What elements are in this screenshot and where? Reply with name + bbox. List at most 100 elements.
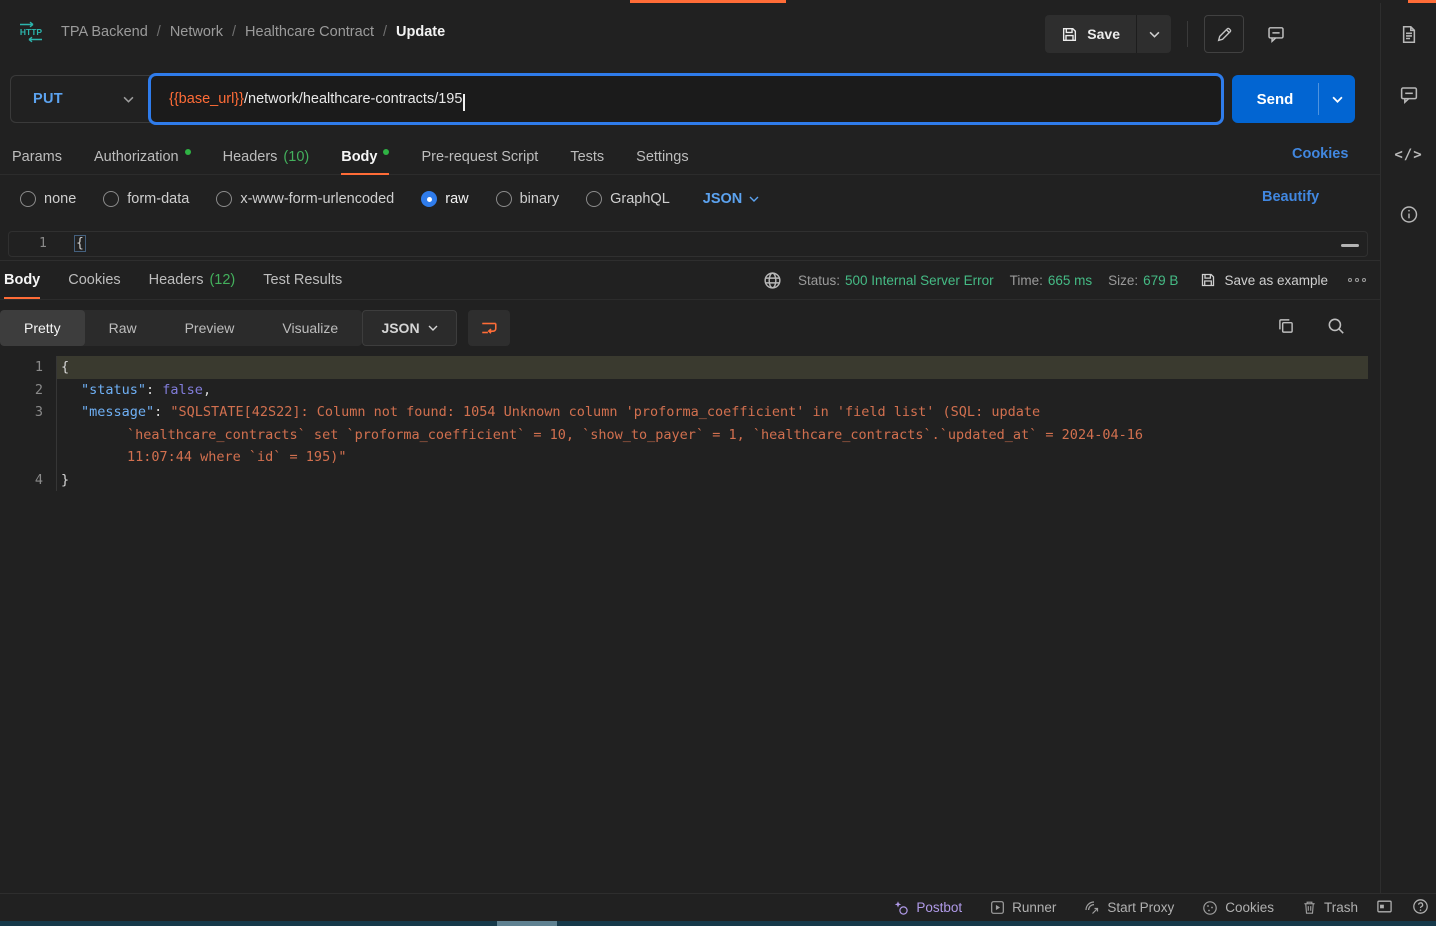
- response-tab-body[interactable]: Body: [4, 261, 40, 299]
- url-variable: {{base_url}}: [169, 91, 244, 107]
- documentation-icon[interactable]: [1399, 25, 1418, 44]
- horizontal-scrollbar-thumb[interactable]: [497, 921, 557, 926]
- comment-icon: [1267, 25, 1285, 43]
- more-options-icon[interactable]: [1348, 278, 1366, 282]
- chevron-down-icon: [123, 96, 134, 103]
- time-value: 665 ms: [1048, 273, 1092, 288]
- cookies-button[interactable]: Cookies: [1202, 900, 1274, 916]
- tab-headers[interactable]: Headers(10): [223, 139, 310, 174]
- save-options-button[interactable]: [1137, 15, 1171, 53]
- view-label: Raw: [109, 320, 137, 336]
- send-button[interactable]: Send: [1232, 75, 1318, 123]
- response-toolbar: Pretty Raw Preview Visualize JSON: [0, 308, 1380, 348]
- mode-label: raw: [445, 191, 468, 207]
- editor-scrollbar-thumb[interactable]: [1341, 244, 1359, 247]
- raw-language-select[interactable]: JSON: [703, 191, 760, 207]
- horizontal-scrollbar[interactable]: [0, 921, 1436, 926]
- view-tab-visualize[interactable]: Visualize: [258, 310, 362, 346]
- method-select[interactable]: PUT: [10, 75, 150, 123]
- body-mode-graphql[interactable]: GraphQL: [586, 191, 670, 207]
- modified-dot: [185, 149, 191, 155]
- line-number: 2: [0, 379, 57, 402]
- radio-icon: [216, 191, 232, 207]
- toggle-panel-icon[interactable]: [1376, 898, 1393, 915]
- comments-panel-icon[interactable]: [1399, 85, 1418, 104]
- status-pair[interactable]: Status: 500 Internal Server Error: [798, 273, 994, 288]
- breadcrumb-folder[interactable]: Network: [170, 24, 223, 40]
- search-response-button[interactable]: [1326, 316, 1346, 336]
- save-button[interactable]: Save: [1045, 15, 1136, 53]
- response-language-select[interactable]: JSON: [362, 310, 457, 346]
- request-body-editor[interactable]: 1 {: [8, 231, 1368, 257]
- tab-params[interactable]: Params: [12, 139, 62, 174]
- cookies-link[interactable]: Cookies: [1292, 146, 1348, 162]
- http-request-icon: HTTP: [16, 21, 46, 43]
- info-icon[interactable]: [1399, 205, 1418, 224]
- runner-button[interactable]: Runner: [990, 900, 1056, 915]
- tab-tests[interactable]: Tests: [570, 139, 604, 174]
- body-mode-form-data[interactable]: form-data: [103, 191, 189, 207]
- line-number: 1: [0, 356, 57, 379]
- trash-label: Trash: [1324, 900, 1358, 915]
- send-options-button[interactable]: [1319, 75, 1355, 123]
- save-icon: [1061, 26, 1078, 43]
- status-bar-items: Postbot Runner Start Proxy: [893, 894, 1358, 921]
- tab-body[interactable]: Body: [341, 139, 389, 174]
- copy-response-button[interactable]: [1276, 316, 1296, 336]
- network-globe-icon[interactable]: [763, 271, 782, 290]
- start-proxy-button[interactable]: Start Proxy: [1084, 900, 1174, 916]
- save-button-group: Save: [1045, 15, 1171, 53]
- runner-label: Runner: [1012, 900, 1056, 915]
- radio-icon: [421, 191, 437, 207]
- comments-button[interactable]: [1256, 15, 1296, 53]
- response-tab-test-results[interactable]: Test Results: [263, 261, 342, 299]
- view-tab-pretty[interactable]: Pretty: [0, 310, 85, 346]
- body-mode-x-www-form-urlencoded[interactable]: x-www-form-urlencoded: [216, 191, 394, 207]
- time-label: Time:: [1010, 273, 1043, 288]
- view-label: Visualize: [282, 320, 338, 336]
- code-line: 2"status": false,: [0, 379, 1368, 402]
- save-as-example-button[interactable]: Save as example: [1200, 272, 1328, 288]
- help-icon[interactable]: [1412, 898, 1429, 915]
- breadcrumb-request-name[interactable]: Update: [396, 24, 445, 40]
- size-pair[interactable]: Size: 679 B: [1108, 273, 1178, 288]
- code-snippet-icon[interactable]: </>: [1394, 147, 1422, 163]
- tab-label: Cookies: [68, 272, 120, 288]
- beautify-link[interactable]: Beautify: [1262, 189, 1319, 205]
- code-line: 4}: [0, 469, 1368, 492]
- svg-text:HTTP: HTTP: [20, 27, 43, 37]
- view-tab-raw[interactable]: Raw: [85, 310, 161, 346]
- response-body-code[interactable]: 1{2"status": false,3"message": "SQLSTATE…: [0, 356, 1368, 886]
- body-mode-raw[interactable]: raw: [421, 191, 468, 207]
- radio-icon: [20, 191, 36, 207]
- body-mode-none[interactable]: none: [20, 191, 76, 207]
- wrap-text-button[interactable]: [468, 310, 510, 346]
- tab-settings[interactable]: Settings: [636, 139, 688, 174]
- response-tab-cookies[interactable]: Cookies: [68, 261, 120, 299]
- mode-label: x-www-form-urlencoded: [240, 191, 394, 207]
- time-pair[interactable]: Time: 665 ms: [1010, 273, 1093, 288]
- url-input[interactable]: {{base_url}}/network/healthcare-contract…: [148, 73, 1224, 125]
- breadcrumb-subfolder[interactable]: Healthcare Contract: [245, 24, 374, 40]
- tab-label: Params: [12, 149, 62, 165]
- postbot-icon: [893, 900, 909, 916]
- headers-count: (10): [283, 149, 309, 165]
- response-tab-headers[interactable]: Headers(12): [149, 261, 236, 299]
- postbot-button[interactable]: Postbot: [893, 900, 962, 916]
- body-mode-binary[interactable]: binary: [496, 191, 560, 207]
- breadcrumb-collection[interactable]: TPA Backend: [61, 24, 148, 40]
- request-tabs: Params Authorization Headers(10) Body Pr…: [0, 139, 1380, 175]
- status-label: Status:: [798, 273, 840, 288]
- save-as-example-label: Save as example: [1224, 273, 1328, 288]
- trash-button[interactable]: Trash: [1302, 900, 1358, 915]
- view-tab-preview[interactable]: Preview: [161, 310, 259, 346]
- edit-request-button[interactable]: [1204, 15, 1244, 53]
- tab-label: Tests: [570, 149, 604, 165]
- url-path: /network/healthcare-contracts/195: [244, 91, 462, 107]
- tab-label: Body: [4, 272, 40, 288]
- tab-pre-request-script[interactable]: Pre-request Script: [421, 139, 538, 174]
- pencil-icon: [1216, 26, 1233, 43]
- response-headers-count: (12): [209, 272, 235, 288]
- tab-authorization[interactable]: Authorization: [94, 139, 191, 174]
- search-icon: [1326, 316, 1346, 336]
